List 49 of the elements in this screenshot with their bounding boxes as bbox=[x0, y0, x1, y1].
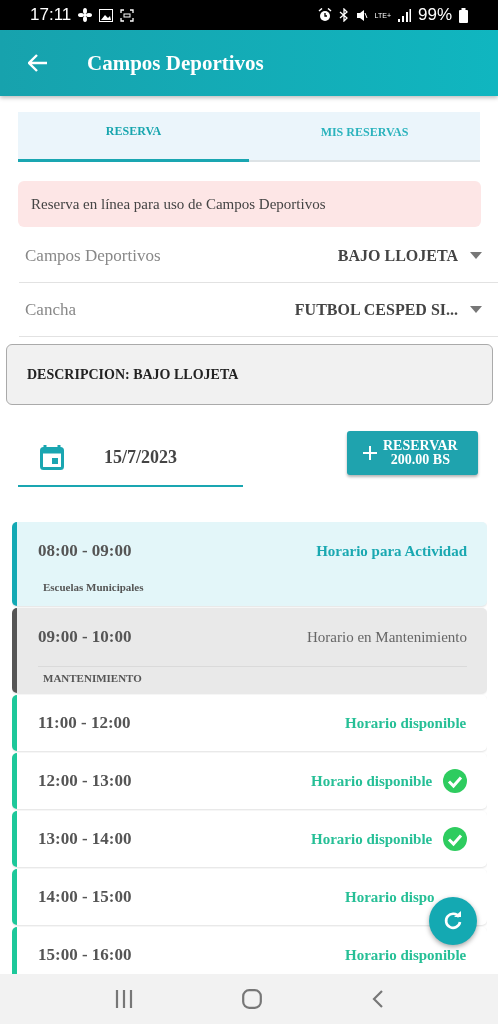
clock-time: 17:11 bbox=[30, 5, 72, 25]
time-slot-card[interactable]: 12:00 - 13:00 Horario disponible bbox=[12, 753, 487, 809]
time-slot-card[interactable]: 14:00 - 15:00 Horario dispo bbox=[12, 869, 487, 925]
date-value: 15/7/2023 bbox=[104, 446, 177, 468]
time-slot-card[interactable]: 15:00 - 16:00 Horario disponible bbox=[12, 927, 487, 974]
slot-time: 15:00 - 16:00 bbox=[38, 945, 133, 965]
bluetooth-icon bbox=[338, 8, 349, 22]
plus-icon bbox=[363, 446, 377, 460]
time-slot-card[interactable]: 09:00 - 10:00 Horario en Mantenimiento MANTENIMIENTO bbox=[12, 608, 487, 693]
image-icon bbox=[99, 8, 114, 22]
refresh-icon bbox=[443, 911, 463, 931]
slot-time: 13:00 - 14:00 bbox=[38, 829, 133, 849]
signal-icon bbox=[397, 8, 411, 22]
back-nav-icon[interactable] bbox=[372, 990, 384, 1008]
caret-icon bbox=[470, 306, 482, 313]
dropdown-field[interactable]: Cancha FUTBOL CESPED SI... bbox=[19, 283, 498, 337]
slot-status: Horario para Actividad bbox=[316, 542, 467, 560]
battery-icon bbox=[459, 7, 468, 23]
slot-time: 11:00 - 12:00 bbox=[38, 713, 132, 733]
battery-level: 99% bbox=[417, 5, 452, 25]
mute-icon bbox=[355, 8, 368, 22]
screen-title: Campos Deportivos bbox=[87, 50, 264, 76]
date-field[interactable]: 15/7/2023 bbox=[18, 429, 243, 487]
info-message: Reserva en línea para uso de Campos Deportivos bbox=[31, 195, 326, 213]
caret-icon bbox=[470, 252, 482, 259]
slot-time: 09:00 - 10:00 bbox=[38, 627, 133, 647]
slot-time: 12:00 - 13:00 bbox=[38, 771, 133, 791]
slot-status: Horario disponible bbox=[345, 946, 467, 964]
recent-apps-icon[interactable] bbox=[114, 990, 133, 1008]
slot-note: Escuelas Municipales bbox=[43, 581, 144, 593]
slot-status: Horario en Mantenimiento bbox=[307, 628, 467, 646]
slot-time: 14:00 - 15:00 bbox=[38, 887, 133, 907]
calendar-icon bbox=[40, 444, 64, 470]
time-slot-card[interactable]: 11:00 - 12:00 Horario disponible bbox=[12, 695, 487, 751]
back-icon[interactable] bbox=[28, 54, 48, 72]
dropdown-field[interactable]: Campos Deportivos BAJO LLOJETA bbox=[19, 229, 498, 283]
fan-icon bbox=[78, 8, 93, 22]
slot-time: 08:00 - 09:00 bbox=[38, 541, 133, 561]
slot-status: Horario disponible bbox=[311, 772, 433, 790]
slot-note: MANTENIMIENTO bbox=[43, 672, 142, 684]
time-slot-card[interactable]: 13:00 - 14:00 Horario disponible bbox=[12, 811, 487, 867]
time-slot-card[interactable]: 08:00 - 09:00 Horario para Actividad Escuelas Municipales bbox=[12, 522, 487, 606]
home-icon[interactable] bbox=[242, 989, 263, 1009]
slot-status: Horario disponible bbox=[311, 830, 433, 848]
description-text: DESCRIPCION: BAJO LLOJETA bbox=[27, 366, 239, 383]
slot-status: Horario dispo bbox=[345, 888, 436, 906]
screenshot-icon bbox=[120, 8, 135, 22]
alarm-icon bbox=[317, 8, 332, 22]
slot-status: Horario disponible bbox=[345, 714, 467, 732]
